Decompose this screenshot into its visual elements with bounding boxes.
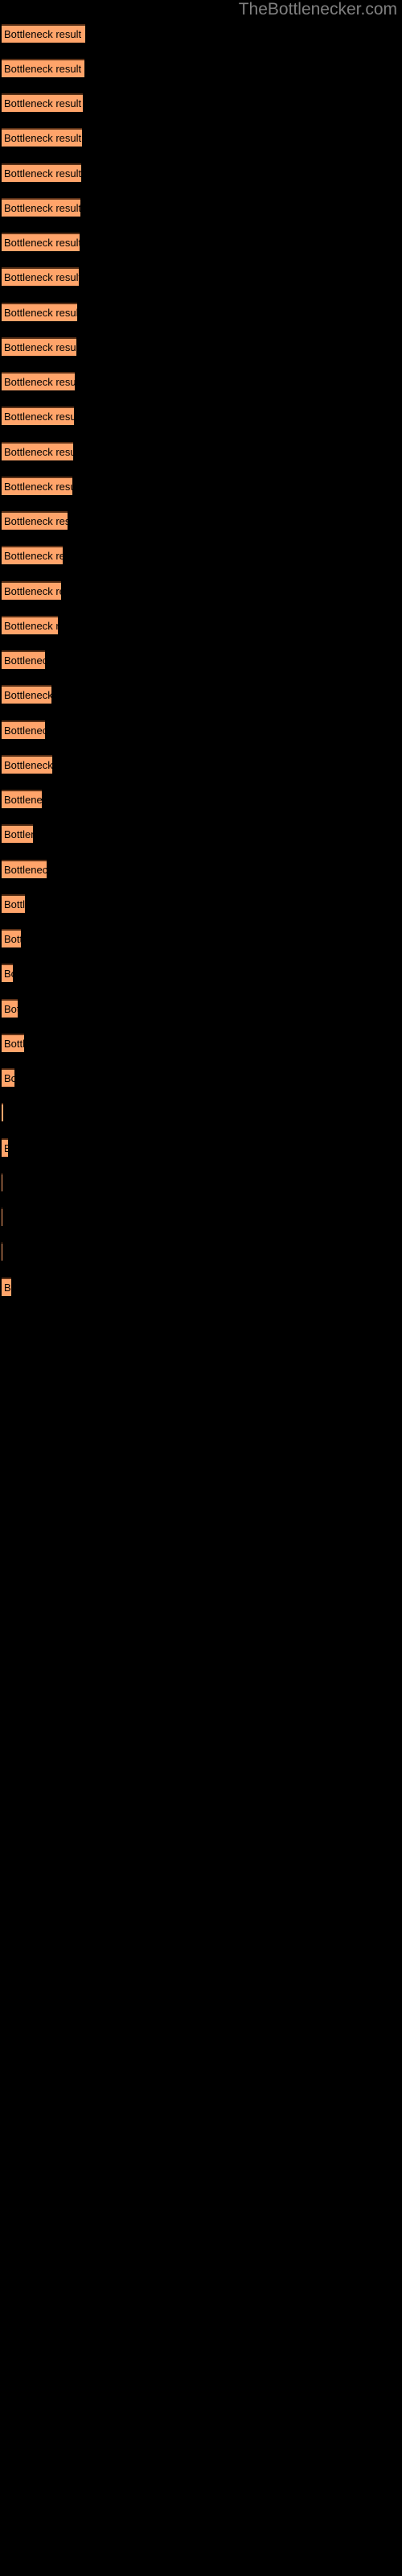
bar-31[interactable]: Bottleneck result	[2, 1068, 14, 1087]
bar-5[interactable]: Bottleneck result	[2, 163, 81, 182]
bar-29[interactable]: Bottleneck result	[2, 999, 18, 1018]
bar-label: Bottleneck result	[4, 237, 80, 249]
bar-8[interactable]: Bottleneck result	[2, 267, 79, 286]
bar-label: Bottleneck result	[4, 864, 47, 876]
bar-2[interactable]: Bottleneck result	[2, 59, 84, 77]
bar-label: Bottleneck result	[4, 794, 42, 806]
bar-4[interactable]: Bottleneck result	[2, 128, 82, 147]
bar-label: Bottleneck result	[4, 271, 79, 283]
bar-label: Bottleneck result	[4, 515, 68, 527]
bar-37[interactable]: Bottleneck result	[2, 1278, 11, 1296]
bar-label: Bottleneck result	[4, 1072, 14, 1084]
bar-label: Bottleneck result	[4, 1003, 18, 1015]
bar-11[interactable]: Bottleneck result	[2, 372, 75, 390]
bar-27[interactable]: Bottleneck result	[2, 929, 21, 947]
bar-26[interactable]: Bottleneck result	[2, 894, 25, 913]
bar-21[interactable]: Bottleneck result	[2, 720, 45, 739]
bar-label: Bottleneck result	[4, 341, 76, 353]
bar-label: Bottleneck result	[4, 376, 75, 388]
bar-label: Bottleneck result	[4, 446, 73, 458]
bar-label: Bottleneck result	[4, 167, 81, 180]
bar-label: Bottleneck result	[4, 759, 52, 771]
bar-label: Bottleneck result	[4, 550, 63, 562]
bottleneck-chart: TheBottlenecker.com Bottleneck result Bot…	[0, 0, 402, 2576]
bar-label: Bottleneck result	[4, 689, 51, 701]
bar-9[interactable]: Bottleneck result	[2, 303, 77, 321]
bar-14[interactable]: Bottleneck result	[2, 477, 72, 495]
bar-label: Bottleneck result	[4, 828, 33, 840]
bar-10[interactable]: Bottleneck result	[2, 337, 76, 356]
bar-33[interactable]: Bottleneck result	[2, 1138, 8, 1157]
bar-30[interactable]: Bottleneck result	[2, 1034, 24, 1052]
bar-6[interactable]: Bottleneck result	[2, 198, 80, 217]
bar-label: Bottleneck result	[4, 202, 80, 214]
bar-19[interactable]: Bottleneck result	[2, 650, 45, 669]
bar-16[interactable]: Bottleneck result	[2, 546, 63, 564]
bar-label: Bottleneck result	[4, 933, 21, 945]
bar-1[interactable]: Bottleneck result	[2, 24, 85, 43]
bar-18[interactable]: Bottleneck result	[2, 616, 58, 634]
bar-label: Bottleneck result	[4, 481, 72, 493]
bar-23[interactable]: Bottleneck result	[2, 790, 42, 808]
bar-13[interactable]: Bottleneck result	[2, 442, 73, 460]
bar-label: Bottleneck result	[4, 1141, 8, 1155]
bar-label: Bottleneck result	[4, 63, 82, 75]
bar-24[interactable]: Bottleneck result	[2, 824, 33, 843]
bar-22[interactable]: Bottleneck result	[2, 755, 52, 774]
bar-series: Bottleneck result Bottleneck result Bottle…	[0, 0, 402, 2576]
bar-label: Bottleneck result	[4, 411, 74, 423]
bar-7[interactable]: Bottleneck result	[2, 233, 80, 251]
bar-32[interactable]: Bottleneck result	[2, 1103, 3, 1121]
bar-17[interactable]: Bottleneck result	[2, 581, 61, 600]
bar-15[interactable]: Bottleneck result	[2, 511, 68, 530]
bar-3[interactable]: Bottleneck result	[2, 93, 83, 112]
bar-label: Bottleneck result	[4, 97, 82, 109]
bar-label: Bottleneck result	[4, 1282, 11, 1294]
bar-label: Bottleneck result	[4, 585, 61, 597]
bar-label: Bottleneck result	[4, 968, 13, 980]
bar-28[interactable]: Bottleneck result	[2, 964, 13, 982]
bar-20[interactable]: Bottleneck result	[2, 685, 51, 704]
bar-label: Bottleneck result	[4, 132, 82, 144]
bar-label: Bottleneck result	[4, 1038, 24, 1050]
bar-label: Bottleneck result	[4, 28, 82, 40]
bar-label: Bottleneck result	[4, 620, 58, 632]
bar-label: Bottleneck result	[4, 724, 45, 737]
bar-12[interactable]: Bottleneck result	[2, 407, 74, 425]
bar-25[interactable]: Bottleneck result	[2, 860, 47, 878]
bar-label: Bottleneck result	[4, 654, 45, 667]
bar-label: Bottleneck result	[4, 307, 77, 319]
bar-label: Bottleneck result	[4, 898, 25, 910]
